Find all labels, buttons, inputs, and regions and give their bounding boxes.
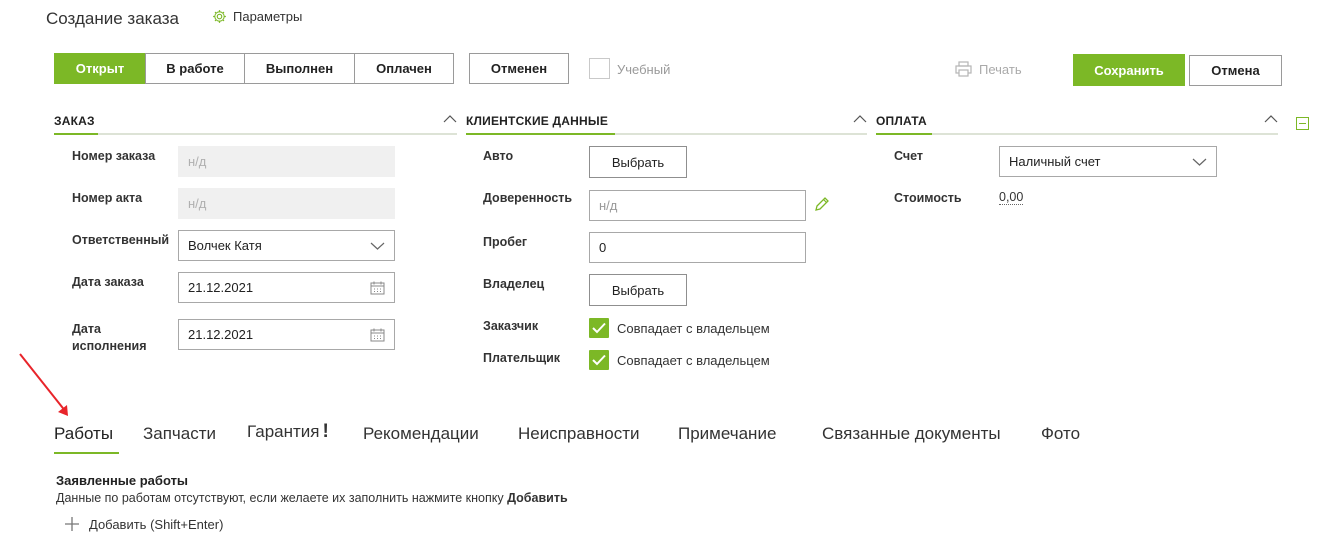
- tab-photo[interactable]: Фото: [1041, 424, 1080, 444]
- car-select-button[interactable]: Выбрать: [589, 146, 687, 178]
- chevron-down-icon: [1192, 158, 1207, 166]
- client-section-header: КЛИЕНТСКИЕ ДАННЫЕ: [466, 110, 867, 135]
- tab-recommendations[interactable]: Рекомендации: [363, 424, 479, 444]
- account-select[interactable]: Наличный счет: [999, 146, 1217, 177]
- order-date-label: Дата заказа: [72, 275, 144, 289]
- chevron-down-icon: [370, 242, 385, 250]
- learning-checkbox[interactable]: [589, 58, 610, 79]
- declared-works-note: Данные по работам отсутствуют, если жела…: [56, 491, 568, 505]
- account-value: Наличный счет: [1009, 154, 1101, 169]
- order-section-header: ЗАКАЗ: [54, 110, 457, 135]
- proxy-label: Доверенность: [483, 191, 573, 205]
- status-done-button[interactable]: Выполнен: [244, 53, 355, 84]
- tab-parts[interactable]: Запчасти: [143, 424, 216, 444]
- status-open-button[interactable]: Открыт: [54, 53, 146, 84]
- tab-faults[interactable]: Неисправности: [518, 424, 640, 444]
- save-button[interactable]: Сохранить: [1073, 54, 1185, 86]
- printer-icon: [955, 61, 972, 77]
- act-number-field: н/д: [178, 188, 395, 219]
- payment-section-title: ОПЛАТА: [876, 114, 927, 128]
- tab-related-documents[interactable]: Связанные документы: [822, 424, 1001, 444]
- pencil-icon[interactable]: [814, 196, 830, 212]
- tab-notes[interactable]: Примечание: [678, 424, 776, 444]
- order-number-label: Номер заказа: [72, 149, 156, 163]
- tab-works[interactable]: Работы: [54, 424, 113, 444]
- customer-same-label: Совпадает с владельцем: [617, 321, 770, 336]
- order-section-title: ЗАКАЗ: [54, 114, 95, 128]
- params-link[interactable]: Параметры: [212, 9, 302, 24]
- annotation-arrow-icon: [19, 353, 68, 416]
- payer-same-label: Совпадает с владельцем: [617, 353, 770, 368]
- check-icon: [592, 354, 606, 366]
- car-label: Авто: [483, 149, 514, 163]
- payment-section-header: ОПЛАТА: [876, 110, 1278, 135]
- mileage-input[interactable]: 0: [589, 232, 806, 263]
- exec-date-label: Дата исполнения: [72, 322, 147, 353]
- chevron-up-icon[interactable]: [853, 112, 867, 126]
- proxy-input[interactable]: н/д: [589, 190, 806, 221]
- payer-label: Плательщик: [483, 351, 561, 365]
- learning-checkbox-label: Учебный: [617, 62, 671, 77]
- cost-value[interactable]: 0,00: [999, 190, 1024, 205]
- owner-label: Владелец: [483, 277, 545, 291]
- act-number-label: Номер акта: [72, 191, 143, 205]
- responsible-select[interactable]: Волчек Катя: [178, 230, 395, 261]
- responsible-value: Волчек Катя: [188, 238, 262, 253]
- exec-date-field[interactable]: 21.12.2021: [178, 319, 395, 350]
- status-cancelled-button[interactable]: Отменен: [469, 53, 569, 84]
- print-button[interactable]: Печать: [955, 61, 1022, 77]
- responsible-label: Ответственный: [72, 233, 170, 247]
- warranty-alert-icon: !: [322, 421, 329, 442]
- tab-warranty[interactable]: Гарантия!: [247, 421, 329, 443]
- owner-select-button[interactable]: Выбрать: [589, 274, 687, 306]
- calendar-icon[interactable]: [370, 328, 385, 342]
- calendar-icon[interactable]: [370, 281, 385, 295]
- account-label: Счет: [894, 149, 924, 163]
- plus-icon: [65, 517, 79, 531]
- check-icon: [592, 322, 606, 334]
- customer-label: Заказчик: [483, 319, 539, 333]
- cost-label: Стоимость: [894, 191, 962, 205]
- order-number-field: н/д: [178, 146, 395, 177]
- cancel-button[interactable]: Отмена: [1189, 55, 1282, 86]
- order-date-value: 21.12.2021: [188, 280, 254, 295]
- gear-icon: [213, 10, 226, 23]
- collapse-all-icon[interactable]: [1296, 117, 1309, 130]
- client-section-title: КЛИЕНТСКИЕ ДАННЫЕ: [466, 114, 609, 128]
- page-title: Создание заказа: [46, 9, 179, 28]
- add-work-button[interactable]: Добавить (Shift+Enter): [64, 516, 223, 532]
- status-in-work-button[interactable]: В работе: [145, 53, 245, 84]
- chevron-up-icon[interactable]: [1264, 112, 1278, 126]
- active-tab-indicator: [54, 452, 119, 454]
- payer-same-checkbox[interactable]: [589, 350, 609, 370]
- order-date-field[interactable]: 21.12.2021: [178, 272, 395, 303]
- exec-date-value: 21.12.2021: [188, 327, 254, 342]
- add-work-label: Добавить (Shift+Enter): [89, 516, 224, 532]
- declared-works-title: Заявленные работы: [56, 473, 189, 488]
- status-paid-button[interactable]: Оплачен: [354, 53, 454, 84]
- customer-same-checkbox[interactable]: [589, 318, 609, 338]
- mileage-label: Пробег: [483, 235, 528, 249]
- print-label: Печать: [979, 61, 1022, 77]
- chevron-up-icon[interactable]: [443, 112, 457, 126]
- params-label: Параметры: [233, 9, 303, 24]
